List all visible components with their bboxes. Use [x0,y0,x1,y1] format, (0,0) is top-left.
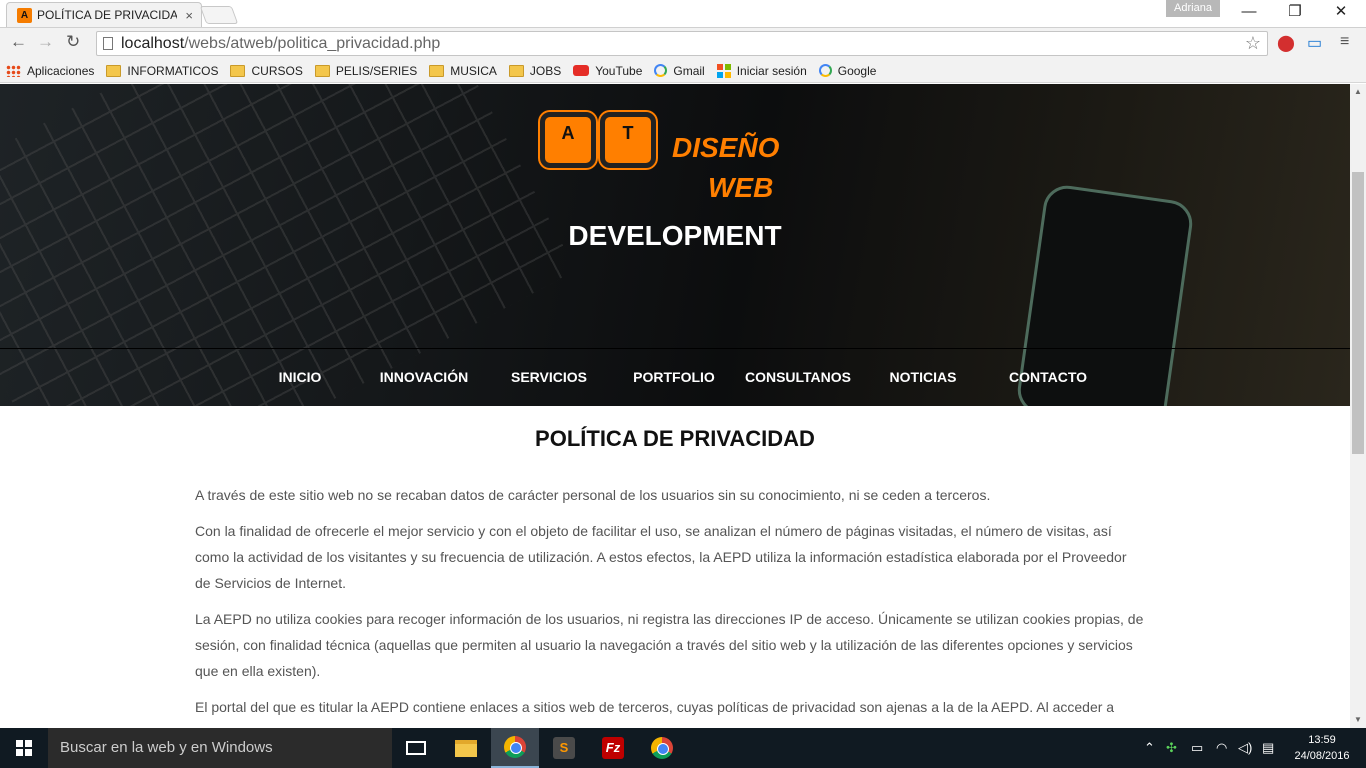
page-icon [103,37,113,50]
bookmark-jobs[interactable]: JOBS [508,64,561,78]
restore-button[interactable]: ❐ [1272,0,1318,26]
profile-badge[interactable]: Adriana [1166,0,1220,17]
paragraph: Con la finalidad de ofrecerle el mejor s… [195,523,1127,591]
bookmark-youtube[interactable]: YouTube [573,64,642,78]
bookmark-cursos[interactable]: CURSOS [230,64,303,78]
browser-toolbar: ← → ↻ localhost/webs/atweb/politica_priv… [0,27,1366,59]
browser-tab[interactable]: A POLÍTICA DE PRIVACIDAD × [6,2,202,27]
nav-innovacion[interactable]: INNOVACIÓN [362,369,486,385]
main-nav: INICIO INNOVACIÓN SERVICIOS PORTFOLIO CO… [0,349,1350,406]
windows-logo-icon [16,740,32,756]
tab-strip: A POLÍTICA DE PRIVACIDAD × Adriana — ❐ ✕ [0,0,1366,27]
nav-servicios[interactable]: SERVICIOS [487,369,611,385]
bookmark-aplicaciones[interactable]: Aplicaciones [6,64,94,78]
bookmark-pelis-series[interactable]: PELIS/SERIES [314,64,417,78]
clock-time: 13:59 [1308,734,1336,746]
nav-portfolio[interactable]: PORTFOLIO [612,369,736,385]
nav-contacto[interactable]: CONTACTO [986,369,1110,385]
logo-key-a: A [540,112,596,168]
page-viewport: A T DISEÑO WEB DEVELOPMENT INICIO INNOVA… [0,84,1366,728]
chrome-taskbar-button[interactable] [491,728,539,768]
scroll-down-icon[interactable]: ▼ [1350,712,1366,728]
logo-text: DISEÑO WEB [672,132,780,203]
scroll-thumb[interactable] [1352,172,1364,454]
bookmarks-bar: Aplicaciones INFORMATICOS CURSOS PELIS/S… [0,59,1366,83]
dropbox-tray-icon[interactable]: ✣ [1166,740,1177,756]
site-subtitle: DEVELOPMENT [568,220,782,251]
tab-title: POLÍTICA DE PRIVACIDAD [37,8,177,22]
chrome-icon [651,737,673,759]
filezilla-icon: Fz [602,737,624,759]
folder-icon [314,64,330,77]
folder-icon [429,64,445,77]
bookmark-google[interactable]: Google [818,64,876,78]
bookmark-iniciar-sesion[interactable]: Iniciar sesión [716,63,807,78]
forward-arrow-icon[interactable]: → [37,32,54,52]
sublime-text-icon: S [553,737,575,759]
reload-icon[interactable]: ↻ [66,32,80,52]
google-icon [818,64,832,77]
back-arrow-icon[interactable]: ← [10,32,27,52]
tab-close-icon[interactable]: × [185,8,193,23]
close-window-button[interactable]: ✕ [1318,0,1364,26]
notifications-icon[interactable]: ▤ [1262,740,1274,756]
hero-banner: A T DISEÑO WEB DEVELOPMENT INICIO INNOVA… [0,84,1350,406]
bookmark-informaticos[interactable]: INFORMATICOS [106,64,218,78]
address-bar[interactable]: localhost/webs/atweb/politica_privacidad… [96,31,1268,56]
clock-date: 24/08/2016 [1294,750,1350,762]
file-explorer-icon [455,739,477,757]
privacy-content: A través de este sitio web no se recaban… [195,482,1145,728]
youtube-icon [573,65,590,76]
wifi-icon[interactable]: ◠ [1216,740,1227,756]
chrome-icon [504,736,526,758]
bookmark-star-icon[interactable]: ☆ [1245,33,1261,54]
show-hidden-icons-icon[interactable]: ⌃ [1144,740,1155,756]
volume-icon[interactable]: ◁) [1238,740,1252,756]
taskbar-search[interactable]: Buscar en la web y en Windows [48,728,392,768]
site-favicon-icon: A [17,7,32,23]
paragraph: La AEPD no utiliza cookies para recoger … [195,611,1144,679]
nav-inicio[interactable]: INICIO [238,369,362,385]
nav-consultanos[interactable]: CONSULTANOS [736,369,860,385]
chrome-second-taskbar-button[interactable] [638,728,686,768]
file-explorer-button[interactable] [442,728,490,768]
battery-icon[interactable]: ▭ [1191,740,1203,756]
chrome-menu-icon[interactable]: ≡ [1340,33,1349,51]
paragraph: A través de este sitio web no se recaban… [195,487,991,503]
bookmark-musica[interactable]: MUSICA [429,64,497,78]
google-icon [654,64,668,77]
apps-icon [6,64,21,77]
page-title: POLÍTICA DE PRIVACIDAD [535,426,815,451]
scroll-up-icon[interactable]: ▲ [1350,84,1366,100]
task-view-icon [406,741,426,755]
sublime-taskbar-button[interactable]: S [540,728,588,768]
opera-extension-icon[interactable]: ⬤ [1277,33,1295,53]
windows-taskbar: Buscar en la web y en Windows S Fz ⌃ ✣ ▭… [0,728,1366,768]
system-clock[interactable]: 13:59 24/08/2016 [1288,732,1356,764]
filezilla-taskbar-button[interactable]: Fz [589,728,637,768]
minimize-button[interactable]: — [1226,0,1272,26]
cast-extension-icon[interactable]: ▭ [1307,33,1322,53]
url-text: localhost/webs/atweb/politica_privacidad… [121,34,441,52]
paragraph: El portal del que es titular la AEPD con… [195,699,1115,715]
site-logo[interactable]: A T DISEÑO WEB [540,112,779,203]
new-tab-button[interactable] [199,6,239,24]
folder-icon [508,64,524,77]
start-button[interactable] [0,728,48,768]
logo-key-t: T [600,112,656,168]
folder-icon [230,64,246,77]
task-view-button[interactable] [392,728,440,768]
bookmark-gmail[interactable]: Gmail [654,64,705,78]
folder-icon [106,64,122,77]
vertical-scrollbar[interactable]: ▲ ▼ [1350,84,1366,728]
nav-noticias[interactable]: NOTICIAS [861,369,985,385]
microsoft-icon [716,63,731,78]
